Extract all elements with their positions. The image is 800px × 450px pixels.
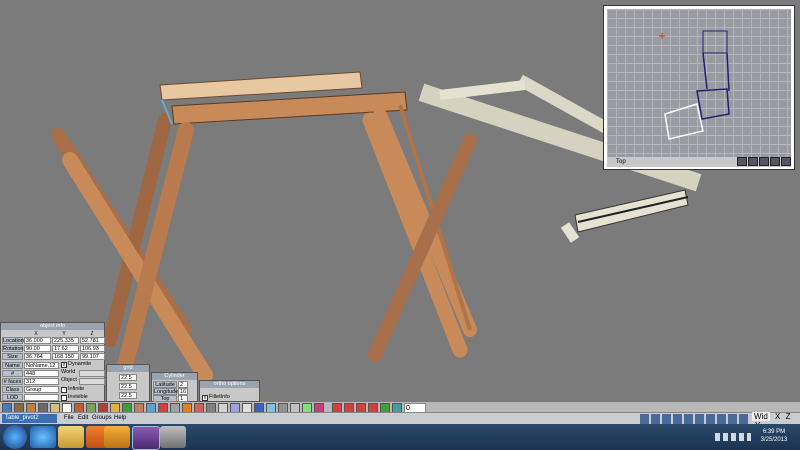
right-rail-lower [574,189,689,233]
top-radius-label: Top Radius [153,395,177,409]
ie-icon[interactable] [30,426,56,448]
dynamite-label: Dynamite [68,361,92,367]
world-label: World [61,369,76,375]
top-view-inset[interactable]: Top [603,5,795,170]
longitude-field[interactable]: 16 [178,388,188,395]
rotation-z[interactable]: 106.93 [80,345,105,352]
grid-value-3[interactable]: 22.5 [119,392,137,399]
object-info-title: object info [1,323,104,330]
longitude-label: Longitude [153,388,179,395]
clock-date: 3/25/2013 [760,437,788,443]
left-top-rail-back [159,71,363,101]
fillet-checkbox[interactable]: x [202,395,208,401]
cylinder-panel: Cylinder Latitude 2 Longitude 16 Top Rad… [151,372,198,409]
taskbar-clock[interactable]: 6:39 PM 3/25/2013 [752,428,796,444]
size-label: Size [2,353,23,360]
rotation-y[interactable]: 17.62 [52,345,79,352]
media-center-icon[interactable] [160,426,186,448]
world-button[interactable] [79,370,105,377]
view-button-3[interactable] [759,156,769,166]
top-radius-field[interactable]: 1 [178,395,188,402]
clock-time: 6:39 PM [762,429,786,435]
top-view-grid[interactable] [607,9,791,159]
document-tab[interactable]: Table_pivot2 [2,414,57,423]
system-tray-icons[interactable] [715,433,751,441]
vertices-field: 448 [24,370,59,377]
top-view-bar: Top [607,156,791,168]
invisible-label: Invisible [68,394,88,400]
grid-panel: grid 22.5 22.5 22.5 [106,364,150,402]
top-view-label: Top [616,159,626,165]
rotation-x[interactable]: 90.00 [24,345,51,352]
grid-value-1[interactable]: 22.5 [119,374,137,381]
class-label: Class [2,386,23,393]
faces-field: 312 [24,378,59,385]
lod-field[interactable] [24,394,59,401]
top-view-controls[interactable] [736,156,791,168]
control-x[interactable]: X [775,412,780,421]
app-bar-tool-icons[interactable] [640,414,750,424]
invisible-checkbox[interactable] [61,395,67,401]
ortho-title: ortho options [200,381,259,388]
size-x[interactable]: 36.764 [24,353,51,360]
windows-taskbar [0,424,800,450]
object-button[interactable] [79,378,105,385]
latitude-label: Latitude [153,381,177,388]
location-z[interactable]: 52.781 [80,337,105,344]
lod-label: LOD Dist [2,394,23,408]
right-end-block [560,222,580,243]
menu-file[interactable]: File [64,415,74,421]
view-button-1[interactable] [737,156,747,166]
modeler-app-icon[interactable] [132,426,160,450]
object-info-panel: object info X Y Z Location 36.000 225.33… [0,322,105,408]
object-label: Object [61,377,77,383]
menu-help[interactable]: Help [114,415,126,421]
dynamite-checkbox[interactable]: x [61,362,67,368]
explorer-icon[interactable] [58,426,84,448]
view-button-5[interactable] [781,156,791,166]
grid-value-2[interactable]: 22.5 [119,383,137,390]
location-x[interactable]: 36.000 [24,337,51,344]
control-z[interactable]: Z [786,412,791,421]
outlook-icon[interactable] [104,426,130,448]
name-field[interactable]: NoName,12 [24,362,59,369]
size-z[interactable]: 99.107 [80,353,105,360]
latitude-field[interactable]: 2 [178,381,188,388]
start-button-icon[interactable] [3,425,27,449]
grid-title: grid [107,365,149,372]
view-button-4[interactable] [770,156,780,166]
wid-label[interactable]: Wid [752,412,770,421]
size-y[interactable]: 168.150 [52,353,79,360]
right-rail-short [439,80,526,100]
name-label: Name [2,362,23,369]
window-controls: Wid X Z Y [752,412,800,430]
view-button-2[interactable] [748,156,758,166]
vertices-label: # vertices [2,370,23,384]
menu-edit[interactable]: Edit [78,415,88,421]
infinite-label: Infinite [68,386,85,392]
left-sawhorse[interactable] [51,71,477,393]
3d-viewport[interactable]: Top object info X Y Z Location 36.000 22… [0,0,800,412]
rotation-label: Rotation [2,345,24,352]
location-y[interactable]: 225.335 [52,337,79,344]
ortho-options-panel: ortho options x FilletInfo [199,380,260,402]
fillet-label: FilletInfo [209,394,230,400]
top-view-wireframe [659,30,730,140]
location-label: Location [2,337,24,344]
menu-groups[interactable]: Groups [92,415,112,421]
class-field[interactable]: Group [24,386,59,393]
cylinder-title: Cylinder [152,373,197,380]
faces-label: # faces [2,378,23,385]
infinite-checkbox[interactable] [61,387,67,393]
